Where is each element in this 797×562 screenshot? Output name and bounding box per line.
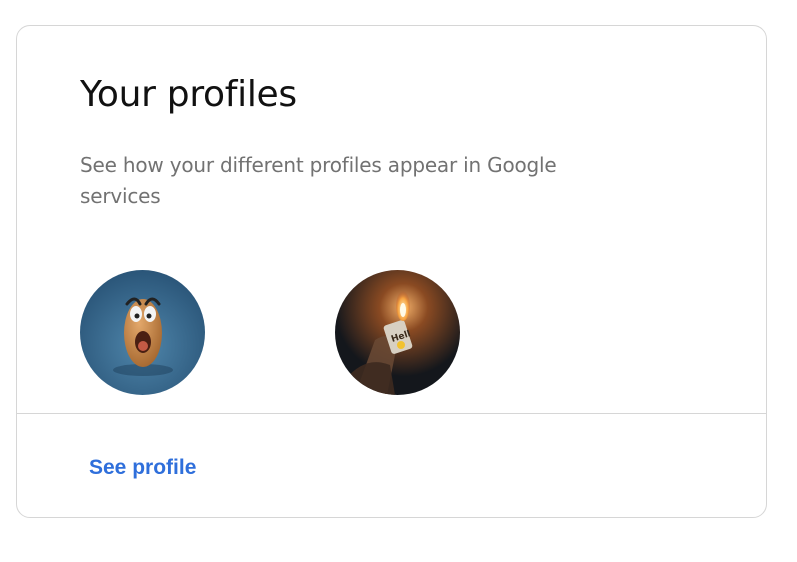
card-subtitle: See how your different profiles appear i… [80, 153, 557, 208]
profiles-card: Your profiles See how your different pro… [16, 25, 767, 518]
card-divider [17, 413, 766, 414]
lighter-flame-icon: Hell [335, 270, 460, 395]
profile-avatar-1 [80, 270, 205, 395]
avatar-row: Hell [80, 270, 480, 396]
card-title: Your profiles [80, 74, 297, 115]
cartoon-egg-face-icon [80, 270, 205, 395]
see-profile-link[interactable]: See profile [89, 454, 196, 482]
profile-avatar-2: Hell [335, 270, 460, 395]
